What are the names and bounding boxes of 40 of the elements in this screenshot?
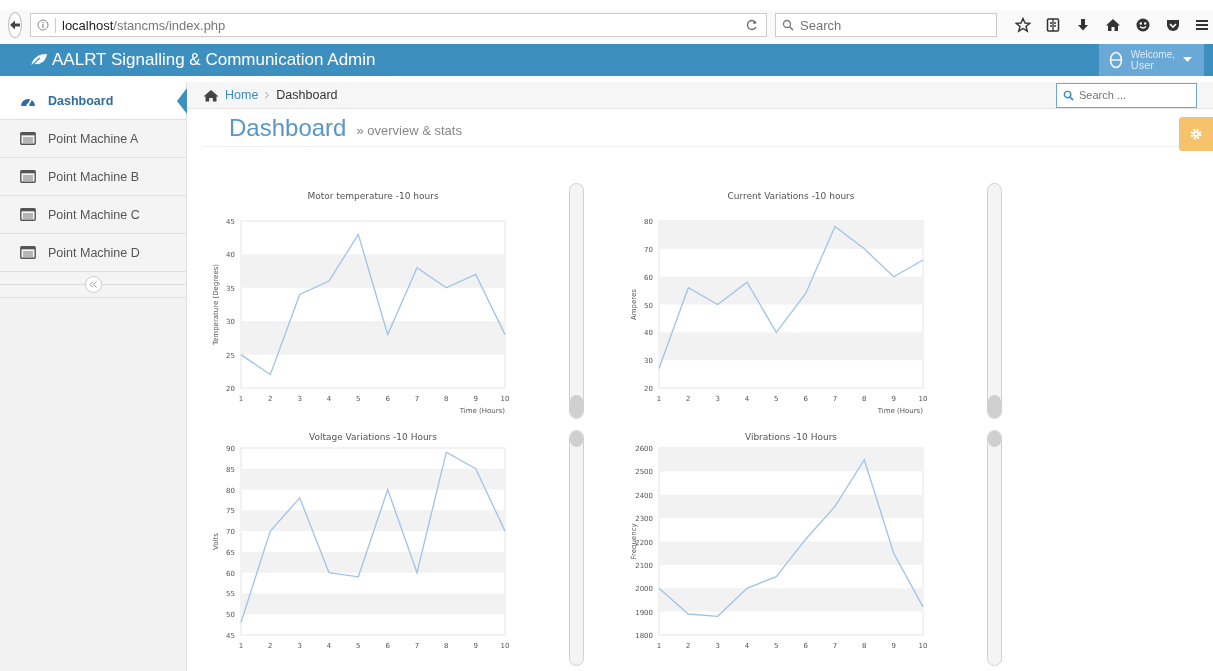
browser-search-field[interactable]: Search: [775, 13, 997, 37]
scrollbar[interactable]: [987, 430, 1002, 666]
scrollbar[interactable]: [569, 183, 584, 419]
download-icon[interactable]: [1075, 17, 1091, 33]
chart-title: Motor temperature -10 hours: [307, 191, 439, 201]
leaf-icon: [30, 53, 48, 67]
bookmark-star-icon[interactable]: [1015, 17, 1031, 33]
sidebar-item[interactable]: Dashboard: [0, 82, 186, 120]
app-title: AALRT Signalling & Communication Admin: [52, 50, 376, 70]
reading-list-icon[interactable]: [1045, 17, 1061, 33]
pocket-icon[interactable]: [1165, 17, 1181, 33]
scrollbar[interactable]: [569, 430, 584, 666]
search-icon: [782, 19, 794, 31]
scrollbar[interactable]: [987, 183, 1002, 419]
address-bar[interactable]: localhost/stancms/index.php: [30, 13, 767, 37]
smiley-icon[interactable]: [1135, 17, 1151, 33]
list-icon: [20, 246, 36, 259]
user-icon: [1108, 51, 1123, 69]
double-chevron-icon: [89, 281, 97, 288]
chart-title: Vibrations -10 Hours: [744, 432, 838, 442]
search-field[interactable]: Search ...: [1056, 82, 1197, 108]
back-button[interactable]: [8, 12, 22, 38]
back-arrow-icon: [9, 19, 21, 31]
menu-icon[interactable]: [1195, 17, 1209, 33]
breadcrumb-current: Dashboard: [276, 88, 338, 102]
gear-icon: [1189, 127, 1203, 141]
info-icon: [37, 19, 49, 31]
list-icon: [20, 208, 36, 221]
caret-icon: [1183, 57, 1192, 63]
search-icon: [1063, 89, 1074, 101]
chart-title: Current Variations -10 hours: [727, 191, 855, 201]
list-icon: [20, 132, 36, 145]
chart-title: Voltage Variations -10 Hours: [309, 432, 437, 442]
home-icon[interactable]: [1105, 17, 1121, 33]
reload-icon[interactable]: [746, 19, 758, 31]
list-icon: [20, 170, 36, 183]
home-icon: [203, 88, 219, 102]
page-title: Dashboard: [229, 113, 347, 142]
page-subtitle: » overview & stats: [356, 123, 462, 138]
chevron-icon: [264, 91, 271, 99]
